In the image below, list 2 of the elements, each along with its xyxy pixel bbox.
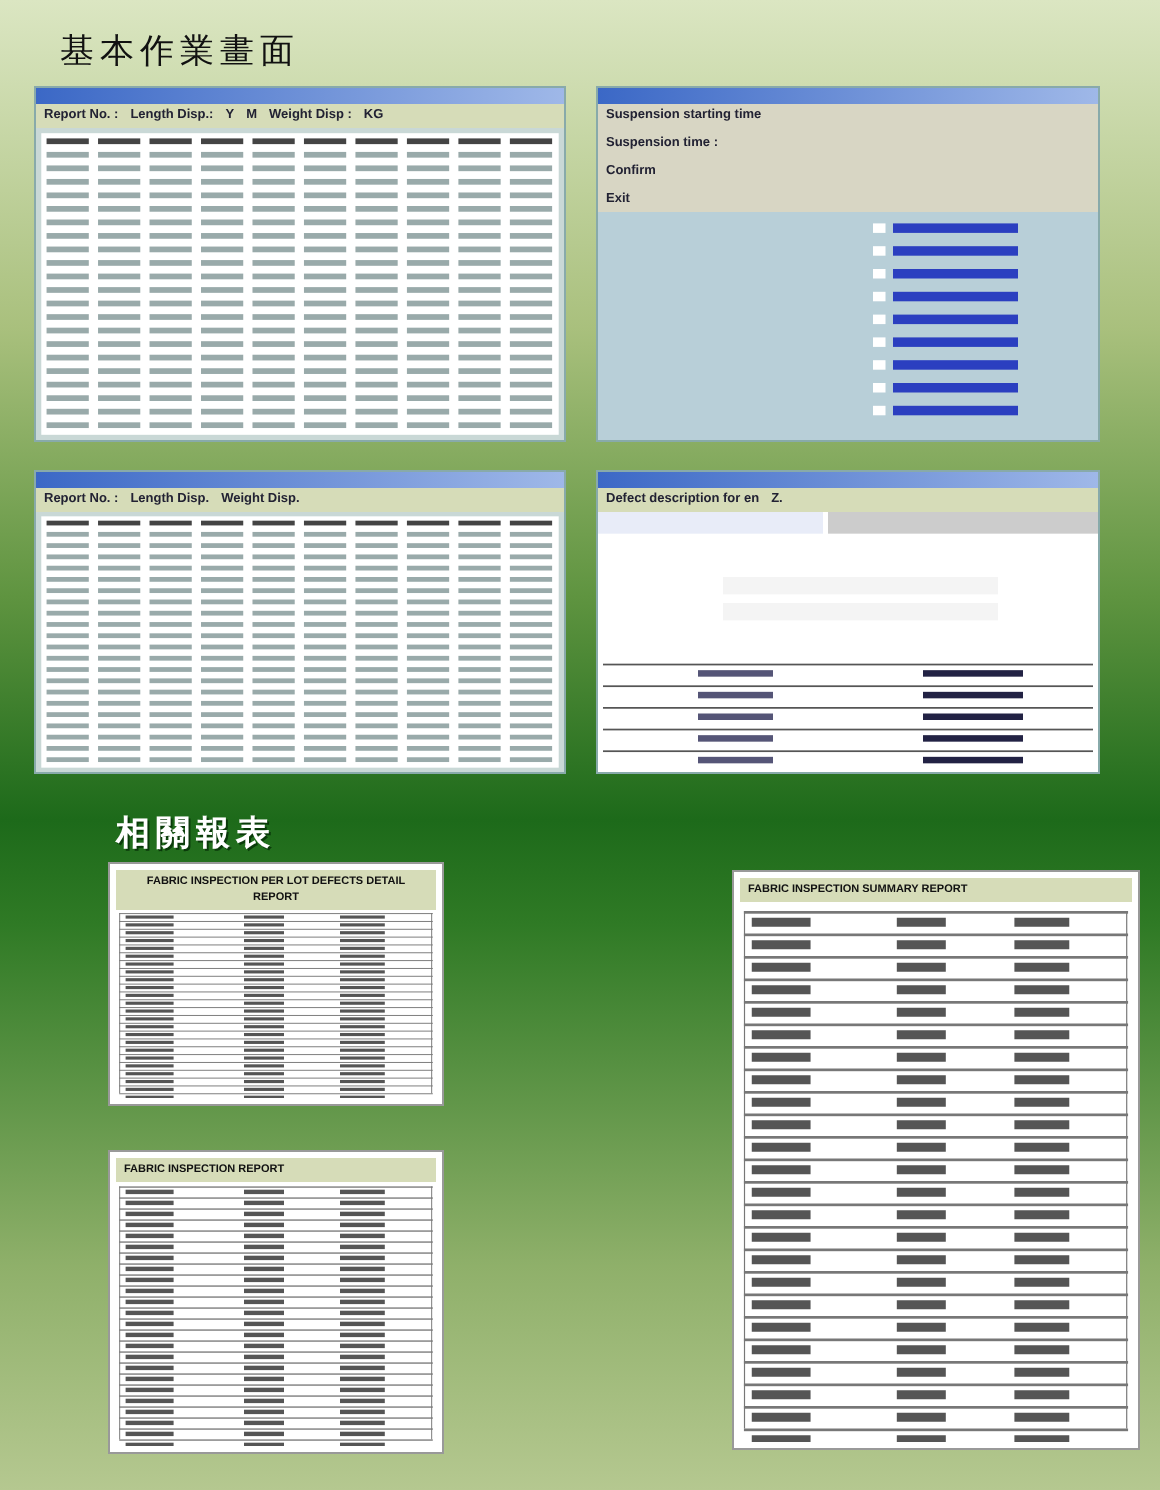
section-heading: 相關報表: [116, 812, 278, 858]
section-heading: 基本作業畫面: [60, 30, 302, 76]
